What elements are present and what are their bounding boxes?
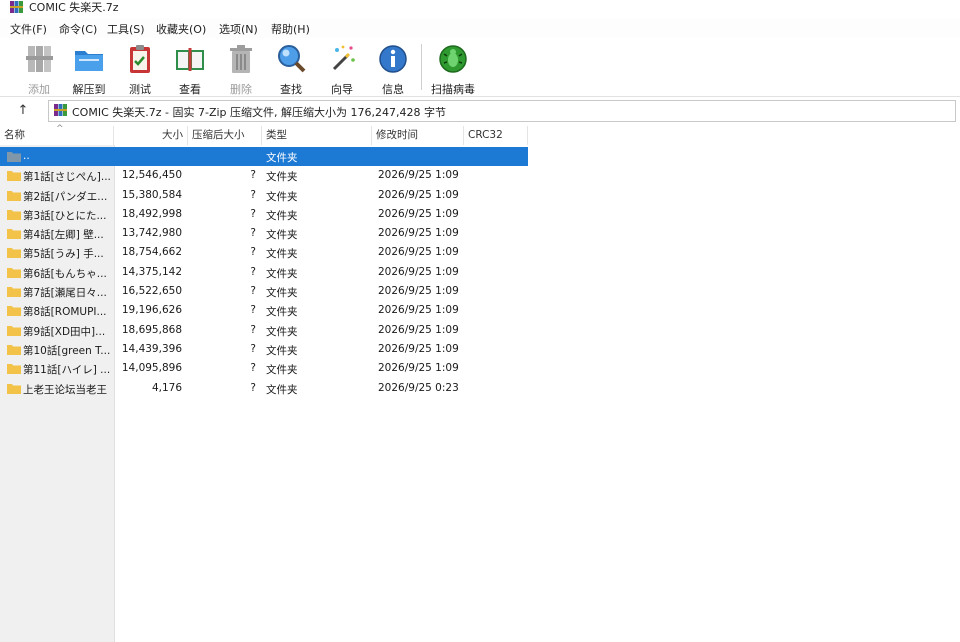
folder-icon: [7, 344, 21, 355]
folder-up-icon: [7, 152, 21, 162]
info-circle-icon: [379, 45, 407, 73]
window-title: COMIC 失楽天.7z: [29, 1, 119, 14]
table-row[interactable]: 第7話[瀬尾日々... 16,522,650 ? 文件夹 2026/9/25 1…: [0, 282, 528, 301]
delete-button[interactable]: 删除: [218, 42, 264, 97]
table-row[interactable]: 第1話[さじぺん]... 12,546,450 ? 文件夹 2026/9/25 …: [0, 166, 528, 185]
address-path-text: COMIC 失楽天.7z - 固实 7-Zip 压缩文件, 解压缩大小为 176…: [72, 106, 446, 119]
table-row[interactable]: 第11話[ハイレ] ... 14,095,896 ? 文件夹 2026/9/25…: [0, 359, 528, 378]
menu-favorites[interactable]: 收藏夹(O): [156, 21, 206, 37]
clipboard-check-icon: [130, 45, 150, 73]
folder-icon: [7, 325, 21, 336]
trash-can-icon: [230, 45, 252, 73]
wizard-button[interactable]: 向导: [319, 42, 365, 97]
bug-scan-icon: [439, 45, 467, 73]
virus-scan-button[interactable]: 扫描病毒: [430, 42, 476, 97]
column-header-modified[interactable]: 修改时间: [372, 126, 464, 145]
menu-commands[interactable]: 命令(C): [59, 21, 97, 37]
magnifier-icon: [278, 45, 306, 73]
folder-icon: [7, 171, 21, 182]
sort-ascending-icon: ^: [56, 124, 64, 134]
folder-icon: [7, 287, 21, 298]
test-button[interactable]: 测试: [117, 42, 163, 97]
folder-icon: [7, 267, 21, 278]
magic-wand-icon: [332, 45, 355, 71]
file-list: .. 文件夹 第1話[さじぺん]... 12,546,450 ? 文件夹 202…: [0, 147, 528, 398]
folder-icon: [7, 190, 21, 201]
archive-books-icon: [26, 46, 53, 72]
table-row[interactable]: 第2話[パンダエ... 15,380,584 ? 文件夹 2026/9/25 1…: [0, 186, 528, 205]
folder-icon: [7, 306, 21, 317]
info-button[interactable]: 信息: [370, 42, 416, 97]
address-bar: ↑ COMIC 失楽天.7z - 固实 7-Zip 压缩文件, 解压缩大小为 1…: [0, 99, 960, 124]
folder-icon: [7, 209, 21, 220]
table-row[interactable]: 第5話[うみ] 手... 18,754,662 ? 文件夹 2026/9/25 …: [0, 243, 528, 262]
winrar-app-icon: [10, 1, 23, 13]
extract-to-button[interactable]: 解压到: [66, 42, 112, 97]
find-button[interactable]: 查找: [268, 42, 314, 97]
folder-icon: [7, 248, 21, 259]
table-row[interactable]: 上老王论坛当老王 4,176 ? 文件夹 2026/9/25 0:23: [0, 379, 528, 398]
archive-file-icon: [54, 104, 67, 116]
menu-help[interactable]: 帮助(H): [271, 21, 310, 37]
table-row-parent-folder[interactable]: .. 文件夹: [0, 147, 528, 167]
toolbar: 添加 解压到 测试 查看 删除 查找 向导 信息 扫描病毒: [0, 38, 960, 97]
add-button[interactable]: 添加: [16, 42, 62, 97]
toolbar-separator: [421, 44, 422, 90]
table-row[interactable]: 第3話[ひとにた... 18,492,998 ? 文件夹 2026/9/25 1…: [0, 205, 528, 224]
arrow-up-icon: ↑: [17, 103, 29, 118]
menu-tools[interactable]: 工具(S): [107, 21, 145, 37]
menu-options[interactable]: 选项(N): [219, 21, 258, 37]
table-row[interactable]: 第10話[green T... 14,439,396 ? 文件夹 2026/9/…: [0, 340, 528, 359]
menu-file[interactable]: 文件(F): [10, 21, 47, 37]
view-button[interactable]: 查看: [167, 42, 213, 97]
folder-icon: [7, 364, 21, 375]
table-row[interactable]: 第9話[XD田中]... 18,695,868 ? 文件夹 2026/9/25 …: [0, 321, 528, 340]
folder-icon: [7, 229, 21, 240]
table-row[interactable]: 第8話[ROMUPI... 19,196,626 ? 文件夹 2026/9/25…: [0, 301, 528, 320]
file-list-header: 名称 ^ 大小 压缩后大小 类型 修改时间 CRC32: [0, 124, 960, 145]
column-header-type[interactable]: 类型: [262, 126, 372, 145]
column-header-name[interactable]: 名称 ^: [0, 124, 114, 145]
open-book-icon: [176, 48, 204, 71]
folder-extract-icon: [75, 51, 103, 71]
up-folder-button[interactable]: ↑: [12, 101, 34, 121]
column-header-crc32[interactable]: CRC32: [464, 126, 528, 145]
menu-bar: 文件(F) 命令(C) 工具(S) 收藏夹(O) 选项(N) 帮助(H): [0, 18, 960, 38]
column-header-packed-size[interactable]: 压缩后大小: [188, 126, 262, 145]
column-header-size[interactable]: 大小: [114, 126, 188, 145]
title-bar: COMIC 失楽天.7z: [0, 0, 960, 16]
folder-icon: [7, 383, 21, 394]
address-path-field[interactable]: COMIC 失楽天.7z - 固实 7-Zip 压缩文件, 解压缩大小为 176…: [48, 100, 956, 122]
table-row[interactable]: 第6話[もんちゃ... 14,375,142 ? 文件夹 2026/9/25 1…: [0, 263, 528, 282]
table-row[interactable]: 第4話[左卿] 壁... 13,742,980 ? 文件夹 2026/9/25 …: [0, 224, 528, 243]
